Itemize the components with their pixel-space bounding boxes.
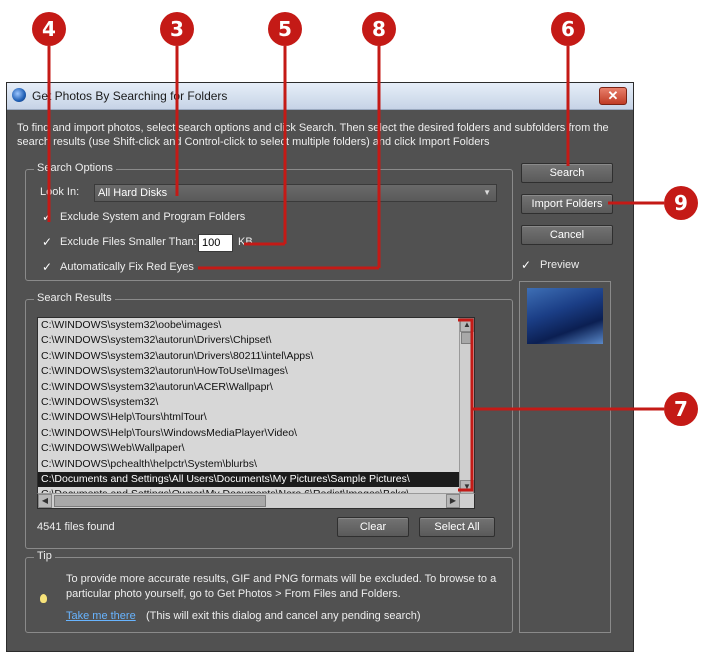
callout-lines [47, 46, 664, 492]
callout-7-bracket [458, 318, 664, 492]
